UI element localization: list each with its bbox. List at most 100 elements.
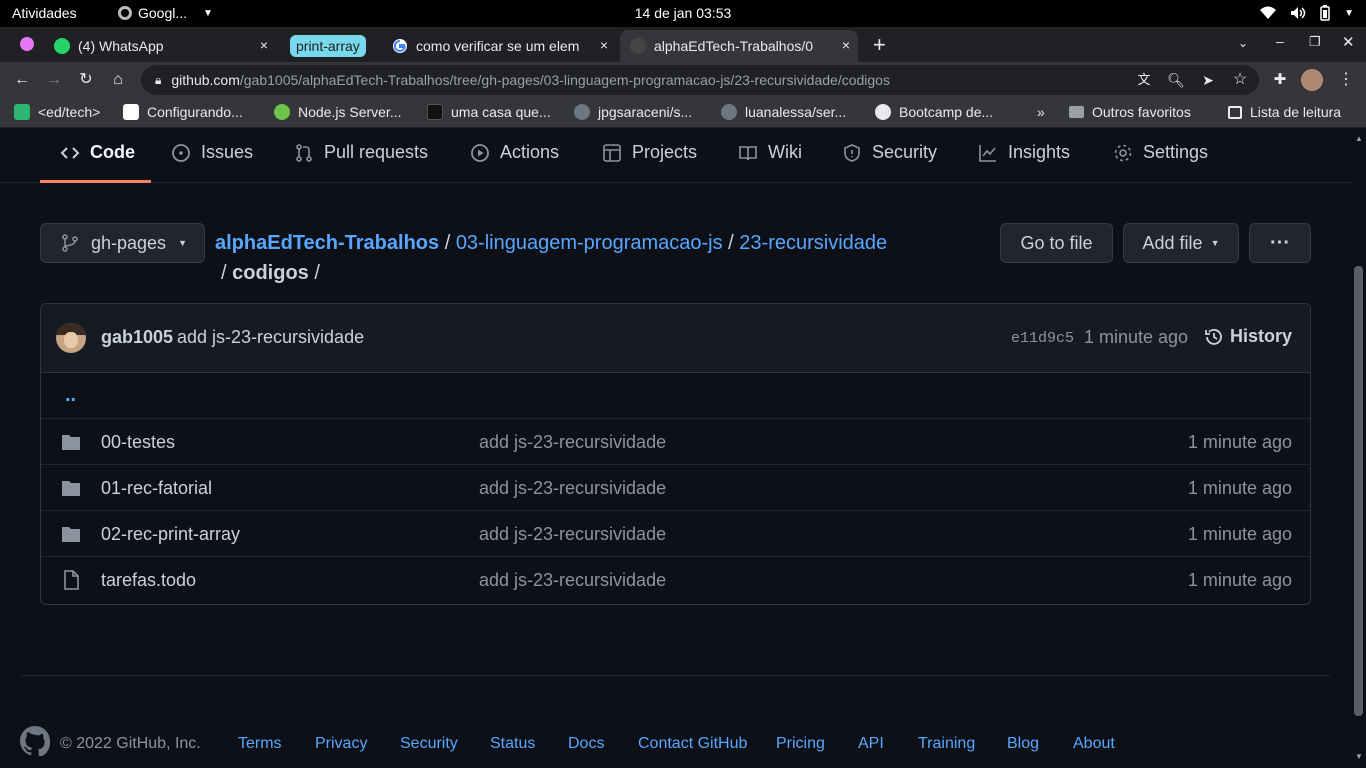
footer-link-training[interactable]: Training xyxy=(918,735,975,753)
commit-author[interactable]: gab1005 xyxy=(101,327,173,348)
file-name[interactable]: tarefas.todo xyxy=(101,570,196,591)
tab-settings[interactable]: Settings xyxy=(1113,142,1208,163)
minimize-icon[interactable]: – xyxy=(1276,33,1284,49)
add-file-button[interactable]: Add file ▼ xyxy=(1123,223,1239,263)
tab-insights[interactable]: Insights xyxy=(978,142,1070,163)
file-commit-message[interactable]: add js-23-recursividade xyxy=(479,432,666,453)
bookmark-item[interactable]: jpgsaraceni/s... xyxy=(574,104,692,120)
parent-directory-row[interactable]: .. xyxy=(41,373,1310,419)
github-logo-icon[interactable] xyxy=(20,726,50,756)
bookmark-item[interactable]: Configurando... xyxy=(123,104,243,120)
breadcrumb-dir-link[interactable]: 23-recursividade xyxy=(739,232,887,254)
scroll-down-arrow-icon[interactable]: ▼ xyxy=(1355,752,1363,761)
address-bar[interactable]: 🔒︎ github.com/gab1005/alphaEdTech-Trabal… xyxy=(141,65,1259,95)
file-commit-message[interactable]: add js-23-recursividade xyxy=(479,478,666,499)
back-icon[interactable]: ← xyxy=(12,70,32,90)
commit-sha[interactable]: e11d9c5 xyxy=(1011,330,1074,347)
branch-selector[interactable]: gh-pages ▼ xyxy=(40,223,205,263)
scrollbar-thumb[interactable] xyxy=(1354,266,1363,716)
file-commit-message[interactable]: add js-23-recursividade xyxy=(479,570,666,591)
tab-whatsapp[interactable]: (4) WhatsApp × xyxy=(46,30,276,62)
table-row[interactable]: 01-rec-fatorial add js-23-recursividade … xyxy=(41,465,1310,511)
footer-link-privacy[interactable]: Privacy xyxy=(315,735,367,753)
table-row[interactable]: 00-testes add js-23-recursividade 1 minu… xyxy=(41,419,1310,465)
file-commit-message[interactable]: add js-23-recursividade xyxy=(479,524,666,545)
close-icon[interactable]: × xyxy=(260,37,268,53)
file-name[interactable]: 01-rec-fatorial xyxy=(101,478,212,499)
clock[interactable]: 14 de jan 03:53 xyxy=(0,5,1366,21)
tab-group-dot[interactable] xyxy=(20,37,34,51)
tab-label: Settings xyxy=(1143,142,1209,162)
reading-list[interactable]: Lista de leitura xyxy=(1228,104,1341,120)
zoom-icon[interactable]: 🔍︎ xyxy=(1166,70,1186,90)
bookmark-item[interactable]: Node.js Server... xyxy=(274,104,402,120)
tab-actions[interactable]: Actions xyxy=(470,142,559,163)
branch-icon xyxy=(62,234,78,252)
breadcrumb-repo-link[interactable]: alphaEdTech-Trabalhos xyxy=(215,232,439,254)
bookmark-item[interactable]: luanalessa/ser... xyxy=(721,104,846,120)
close-icon[interactable]: × xyxy=(842,37,850,53)
tab-google-search[interactable]: como verificar se um elem × xyxy=(384,30,616,62)
footer-link-contact[interactable]: Contact GitHub xyxy=(638,735,747,753)
more-options-button[interactable]: ··· xyxy=(1249,223,1311,263)
url-path: /gab1005/alphaEdTech-Trabalhos/tree/gh-p… xyxy=(239,72,890,88)
scroll-up-arrow-icon[interactable]: ▲ xyxy=(1355,134,1363,143)
github-icon xyxy=(630,38,646,54)
go-to-file-button[interactable]: Go to file xyxy=(1000,223,1113,263)
home-icon[interactable]: ⌂ xyxy=(108,70,128,90)
bookmark-star-icon[interactable]: ☆ xyxy=(1230,70,1250,90)
bookmark-item[interactable]: <ed/tech> xyxy=(14,104,100,120)
other-bookmarks-folder[interactable]: Outros favoritos xyxy=(1069,104,1191,120)
bookmark-label: Node.js Server... xyxy=(298,104,402,120)
file-name[interactable]: 00-testes xyxy=(101,432,175,453)
footer-link-docs[interactable]: Docs xyxy=(568,735,604,753)
avatar[interactable] xyxy=(56,323,86,353)
tab-security[interactable]: Security xyxy=(842,142,937,163)
pull-request-icon xyxy=(296,143,312,162)
table-row[interactable]: 02-rec-print-array add js-23-recursivida… xyxy=(41,511,1310,557)
footer-link-pricing[interactable]: Pricing xyxy=(776,735,825,753)
battery-icon xyxy=(1320,5,1330,21)
new-tab-button[interactable]: + xyxy=(873,32,886,58)
footer-link-security[interactable]: Security xyxy=(400,735,458,753)
file-age: 1 minute ago xyxy=(1187,524,1292,544)
commit-age: 1 minute ago xyxy=(1084,327,1189,347)
extensions-icon[interactable]: ✚ xyxy=(1270,70,1290,90)
page-scrollbar[interactable]: ▲ ▼ xyxy=(1352,128,1366,768)
send-icon[interactable]: ➤ xyxy=(1198,70,1218,90)
tab-projects[interactable]: Projects xyxy=(602,142,697,163)
footer-link-terms[interactable]: Terms xyxy=(238,735,282,753)
breadcrumb-dir-link[interactable]: 03-linguagem-programacao-js xyxy=(456,232,723,254)
translate-icon[interactable]: 文 xyxy=(1134,70,1154,90)
window-close-icon[interactable]: ✕ xyxy=(1342,33,1355,51)
tab-wiki[interactable]: Wiki xyxy=(738,142,802,163)
close-icon[interactable]: × xyxy=(600,37,608,53)
footer-link-about[interactable]: About xyxy=(1073,735,1115,753)
commit-message[interactable]: add js-23-recursividade xyxy=(177,327,364,348)
footer-link-api[interactable]: API xyxy=(858,735,884,753)
file-name[interactable]: 02-rec-print-array xyxy=(101,524,240,545)
bookmark-item[interactable]: Bootcamp de... xyxy=(875,104,993,120)
tab-github[interactable]: alphaEdTech-Trabalhos/0 × xyxy=(620,30,858,62)
add-file-label: Add file xyxy=(1142,232,1203,253)
parent-directory-link[interactable]: .. xyxy=(65,384,76,407)
bookmark-item[interactable]: uma casa que... xyxy=(427,104,551,120)
system-tray[interactable]: ▼ xyxy=(1260,5,1354,21)
tab-code[interactable]: Code xyxy=(60,142,135,163)
bookmark-label: luanalessa/ser... xyxy=(745,104,847,120)
tab-group-print-array[interactable]: print-array xyxy=(290,30,380,62)
history-link[interactable]: History xyxy=(1204,326,1292,347)
footer-link-blog[interactable]: Blog xyxy=(1007,735,1039,753)
profile-avatar[interactable] xyxy=(1301,69,1323,91)
maximize-icon[interactable]: ❐ xyxy=(1309,34,1321,50)
table-row[interactable]: tarefas.todo add js-23-recursividade 1 m… xyxy=(41,557,1310,604)
tab-pull-requests[interactable]: Pull requests xyxy=(294,142,428,163)
tab-search-icon[interactable]: ⌄ xyxy=(1238,36,1248,50)
footer-link-status[interactable]: Status xyxy=(490,735,535,753)
bookmarks-overflow-button[interactable]: » xyxy=(1037,104,1045,120)
forward-icon[interactable]: → xyxy=(44,70,64,90)
menu-kebab-icon[interactable]: ⋮ xyxy=(1336,70,1356,90)
reload-icon[interactable]: ↻ xyxy=(76,70,96,90)
tab-issues[interactable]: Issues xyxy=(171,142,253,163)
bookmark-label: Bootcamp de... xyxy=(899,104,994,120)
